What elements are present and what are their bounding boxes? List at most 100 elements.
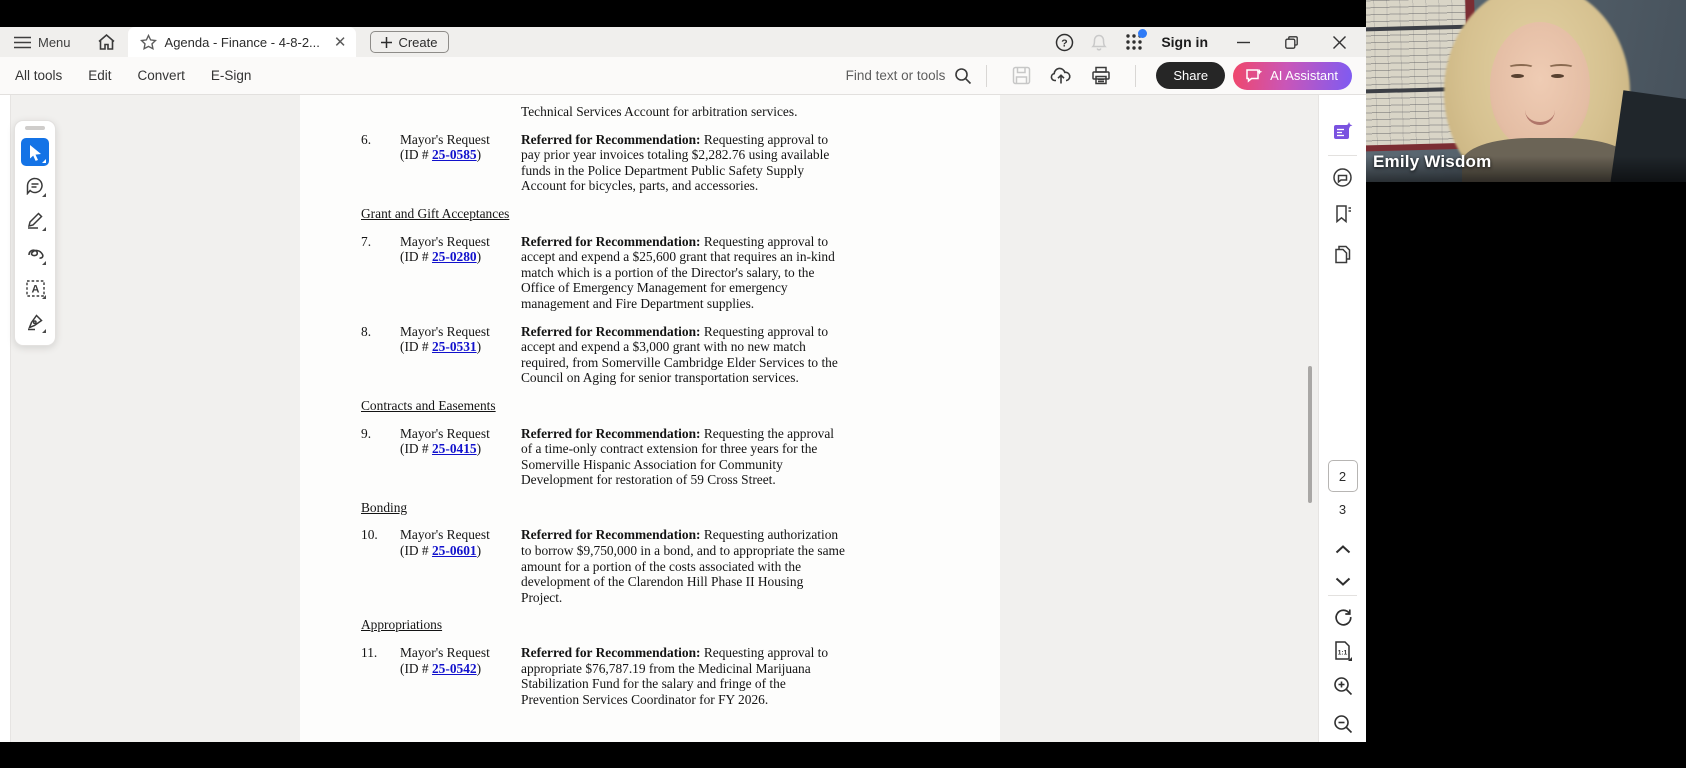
select-tool-button[interactable] xyxy=(21,138,49,166)
item-request: Mayor's Request (ID # 25-0601) xyxy=(400,527,490,559)
highlight-tool-button[interactable] xyxy=(21,206,49,234)
plus-icon xyxy=(381,36,393,48)
create-label: Create xyxy=(398,34,438,50)
tab-close-icon[interactable]: ✕ xyxy=(334,35,347,50)
comments-icon[interactable] xyxy=(1331,165,1355,189)
find-text-button[interactable]: Find text or tools xyxy=(846,67,973,85)
sign-in-button[interactable]: Sign in xyxy=(1161,34,1208,50)
upload-cloud-icon[interactable] xyxy=(1049,64,1073,88)
page-down-icon[interactable] xyxy=(1331,569,1355,593)
home-button[interactable] xyxy=(97,33,116,51)
agenda-item-6: 6. Mayor's Request (ID # 25-0585) Referr… xyxy=(300,132,1000,194)
scribble-icon xyxy=(26,247,45,261)
help-icon[interactable]: ? xyxy=(1053,31,1075,53)
page-up-icon[interactable] xyxy=(1331,537,1355,561)
add-text-tool-button[interactable]: A xyxy=(21,274,49,302)
page-fit-icon[interactable]: 1:1 xyxy=(1331,639,1355,663)
page-thumbnails-icon[interactable] xyxy=(1331,242,1355,266)
comment-bubble-icon xyxy=(26,177,45,195)
webcam-video: Emily Wisdom xyxy=(1366,0,1686,182)
document-viewer: A Technical Services Account for arbitra… xyxy=(0,95,1366,742)
menu-button[interactable]: Menu xyxy=(14,35,71,50)
current-page-number: 2 xyxy=(1338,468,1347,484)
ai-assistant-button[interactable]: AI Assistant xyxy=(1233,61,1352,90)
pdf-page[interactable]: Technical Services Account for arbitrati… xyxy=(300,95,1000,742)
create-button[interactable]: Create xyxy=(370,31,449,53)
draw-tool-button[interactable] xyxy=(21,240,49,268)
menu-label: Menu xyxy=(38,34,71,50)
ai-summary-icon[interactable] xyxy=(1331,119,1355,143)
section-heading: Bonding xyxy=(361,499,408,515)
item-description: Referred for Recommendation: Requesting … xyxy=(521,645,829,707)
item-id-link[interactable]: 25-0601 xyxy=(432,543,477,558)
minimize-button[interactable] xyxy=(1230,31,1256,53)
current-page-input[interactable]: 2 xyxy=(1327,460,1358,492)
document-tab[interactable]: Agenda - Finance - 4-8-2... ✕ xyxy=(127,27,357,57)
divider xyxy=(986,64,988,87)
item-request: Mayor's Request (ID # 25-0415) xyxy=(400,425,490,457)
agenda-item-8: 8. Mayor's Request (ID # 25-0531) Referr… xyxy=(300,324,1000,386)
close-button[interactable] xyxy=(1326,31,1352,53)
text-box-icon: A xyxy=(25,279,45,297)
comment-tool-button[interactable] xyxy=(21,172,49,200)
next-page-number[interactable]: 3 xyxy=(1339,502,1346,517)
agenda-item-7: 7. Mayor's Request (ID # 25-0280) Referr… xyxy=(300,234,1000,312)
item-id-link[interactable]: 25-0280 xyxy=(432,249,477,264)
svg-text:1:1: 1:1 xyxy=(1337,650,1347,657)
tab-convert[interactable]: Convert xyxy=(138,68,185,83)
agenda-item-10: 10. Mayor's Request (ID # 25-0601) Refer… xyxy=(300,527,1000,605)
item-description: Referred for Recommendation: Requesting … xyxy=(521,527,845,605)
divider xyxy=(1135,64,1137,87)
notification-dot xyxy=(1138,29,1148,38)
refresh-icon[interactable] xyxy=(1331,605,1355,629)
item-id-link[interactable]: 25-0542 xyxy=(432,661,477,676)
bookmarks-icon[interactable] xyxy=(1331,202,1355,226)
item-description: Referred for Recommendation: Requesting … xyxy=(521,131,830,194)
svg-text:?: ? xyxy=(1061,37,1067,49)
item-number: 8. xyxy=(361,323,372,339)
item-number: 10. xyxy=(361,527,378,543)
item-id-link[interactable]: 25-0415 xyxy=(432,441,477,456)
toolbar-right: Find text or tools Share AI Assistant xyxy=(846,61,1352,90)
tab-title: Agenda - Finance - 4-8-2... xyxy=(164,34,320,50)
acrobat-window: Menu Agenda - Finance - 4-8-2... ✕ Creat… xyxy=(0,27,1366,742)
sign-tool-button[interactable] xyxy=(21,308,49,336)
divider xyxy=(1328,155,1357,156)
agenda-item-9: 9. Mayor's Request (ID # 25-0415) Referr… xyxy=(300,426,1000,488)
item-description: Referred for Recommendation: Requesting … xyxy=(521,323,838,386)
item-number: 9. xyxy=(361,425,372,441)
item-id-link[interactable]: 25-0585 xyxy=(432,147,477,162)
participant-name-label: Emily Wisdom xyxy=(1373,152,1492,171)
right-rail: 2 3 1:1 xyxy=(1318,95,1366,742)
tools-toolbar: All tools Edit Convert E-Sign Find text … xyxy=(0,57,1366,95)
search-icon xyxy=(954,67,972,85)
title-bar: Menu Agenda - Finance - 4-8-2... ✕ Creat… xyxy=(0,27,1366,57)
item-id-link[interactable]: 25-0531 xyxy=(432,339,477,354)
item-request: Mayor's Request (ID # 25-0542) xyxy=(400,645,490,676)
divider xyxy=(1328,595,1357,596)
participant-face xyxy=(1490,22,1590,150)
document-scrollbar[interactable] xyxy=(1308,366,1312,503)
tab-all-tools[interactable]: All tools xyxy=(15,68,62,83)
share-button[interactable]: Share xyxy=(1156,62,1226,89)
item-description: Referred for Recommendation: Requesting … xyxy=(521,233,835,311)
paragraph-continuation: Technical Services Account for arbitrati… xyxy=(521,104,798,119)
apps-grid-icon[interactable] xyxy=(1123,29,1148,53)
print-icon[interactable] xyxy=(1089,64,1113,88)
fountain-pen-icon xyxy=(26,313,44,331)
notifications-bell-icon[interactable] xyxy=(1088,31,1110,53)
home-icon xyxy=(97,33,116,51)
save-icon[interactable] xyxy=(1009,64,1033,88)
tab-esign[interactable]: E-Sign xyxy=(211,68,252,83)
zoom-out-icon[interactable] xyxy=(1331,712,1355,736)
quick-tools-panel: A xyxy=(14,120,56,346)
section-heading: Appropriations xyxy=(361,617,443,633)
tab-edit[interactable]: Edit xyxy=(88,68,111,83)
zoom-in-icon[interactable] xyxy=(1331,674,1355,698)
item-number: 7. xyxy=(361,233,372,249)
drag-handle[interactable] xyxy=(25,126,45,130)
agenda-item-11: 11. Mayor's Request (ID # 25-0542) Refer… xyxy=(300,645,1000,707)
star-icon[interactable] xyxy=(139,34,157,50)
restore-button[interactable] xyxy=(1278,31,1304,53)
ai-chat-icon xyxy=(1245,68,1263,84)
